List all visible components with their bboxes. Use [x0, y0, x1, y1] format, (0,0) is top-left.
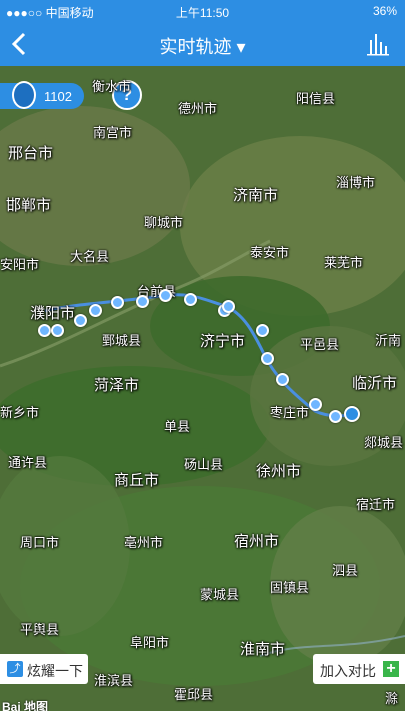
city-label: 宿迁市	[356, 497, 396, 512]
logo-text: Bai 地图	[2, 700, 49, 711]
city-label: 枣庄市	[270, 405, 310, 420]
city-label: 大名县	[70, 249, 110, 264]
track-point[interactable]	[184, 293, 197, 306]
city-label: 阳信县	[296, 91, 336, 106]
satellite-map[interactable]: 1102 ? 衡水市 德州市 南宫市 阳信县 邢台市 济南市 淄博市 邯郸市 聊…	[0, 66, 405, 711]
plus-icon: +	[383, 661, 399, 677]
vehicle-count-badge[interactable]: 1102	[0, 81, 84, 109]
city-label: 郯城县	[364, 435, 404, 450]
track-point[interactable]	[276, 373, 289, 386]
city-label: 泗县	[332, 563, 359, 578]
vehicle-marker[interactable]	[344, 406, 360, 422]
city-label: 沂南	[375, 333, 402, 348]
city-label: 单县	[164, 419, 191, 434]
satellite-terrain	[0, 66, 405, 711]
bar-chart-icon	[367, 34, 389, 56]
city-label: 濮阳市	[30, 305, 76, 322]
track-point[interactable]	[74, 314, 87, 327]
city-label: 邢台市	[8, 145, 54, 162]
city-label: 济南市	[233, 187, 279, 204]
city-label: 莱芜市	[324, 255, 364, 270]
city-label: 衡水市	[92, 79, 132, 94]
city-label: 平邑县	[300, 337, 340, 352]
battery-level: 36%	[372, 4, 397, 18]
city-label: 济宁市	[200, 333, 246, 350]
track-point[interactable]	[261, 352, 274, 365]
city-label: 淄博市	[336, 175, 376, 190]
track-point[interactable]	[159, 289, 172, 302]
share-icon: ⤴	[7, 661, 23, 677]
city-label: 鄄城县	[102, 333, 142, 348]
track-point[interactable]	[89, 304, 102, 317]
city-label: 通许县	[8, 455, 48, 470]
share-button[interactable]: ⤴ 炫耀一下	[0, 654, 88, 684]
city-label: 商丘市	[114, 472, 160, 489]
city-label: 平舆县	[20, 622, 60, 637]
city-label: 阜阳市	[130, 635, 170, 650]
city-label: 邯郸市	[6, 197, 52, 214]
track-point[interactable]	[136, 295, 149, 308]
city-label: 菏泽市	[94, 377, 140, 394]
track-point[interactable]	[51, 324, 64, 337]
track-point[interactable]	[329, 410, 342, 423]
city-label: 泰安市	[250, 245, 290, 260]
track-point[interactable]	[309, 398, 322, 411]
city-label: 徐州市	[256, 463, 302, 480]
city-label: 德州市	[178, 101, 218, 116]
city-label: 霍邱县	[174, 687, 214, 702]
city-label: 滁	[385, 691, 399, 706]
city-label: 宿州市	[234, 533, 280, 550]
track-point[interactable]	[222, 300, 235, 313]
city-label: 聊城市	[144, 215, 184, 230]
city-label: 淮南市	[240, 641, 286, 658]
status-time: 上午11:50	[175, 6, 230, 20]
statistics-button[interactable]	[365, 32, 391, 56]
baidu-map-logo: Bai 地图	[2, 698, 72, 711]
city-label: 蒙城县	[200, 587, 240, 602]
track-point[interactable]	[111, 296, 124, 309]
nav-bar: 实时轨迹 ▾	[0, 22, 405, 66]
share-label: 炫耀一下	[27, 663, 83, 679]
add-compare-button[interactable]: 加入对比 +	[313, 654, 405, 684]
city-label: 南宫市	[93, 125, 133, 140]
vehicle-count: 1102	[44, 89, 72, 104]
city-label: 周口市	[20, 535, 60, 550]
city-label: 淮滨县	[94, 673, 134, 688]
status-bar: ●●●○○ 中国移动 上午11:50 36%	[0, 0, 405, 22]
city-label: 新乡市	[0, 405, 40, 420]
track-point[interactable]	[38, 324, 51, 337]
city-label: 安阳市	[0, 257, 40, 272]
city-label: 固镇县	[270, 580, 310, 595]
page-title[interactable]: 实时轨迹 ▾	[0, 33, 405, 59]
city-label: 临沂市	[352, 375, 398, 392]
track-point[interactable]	[256, 324, 269, 337]
city-label: 亳州市	[124, 535, 164, 550]
compare-label: 加入对比	[320, 663, 376, 679]
truck-icon	[12, 81, 36, 109]
city-label: 砀山县	[184, 457, 224, 472]
